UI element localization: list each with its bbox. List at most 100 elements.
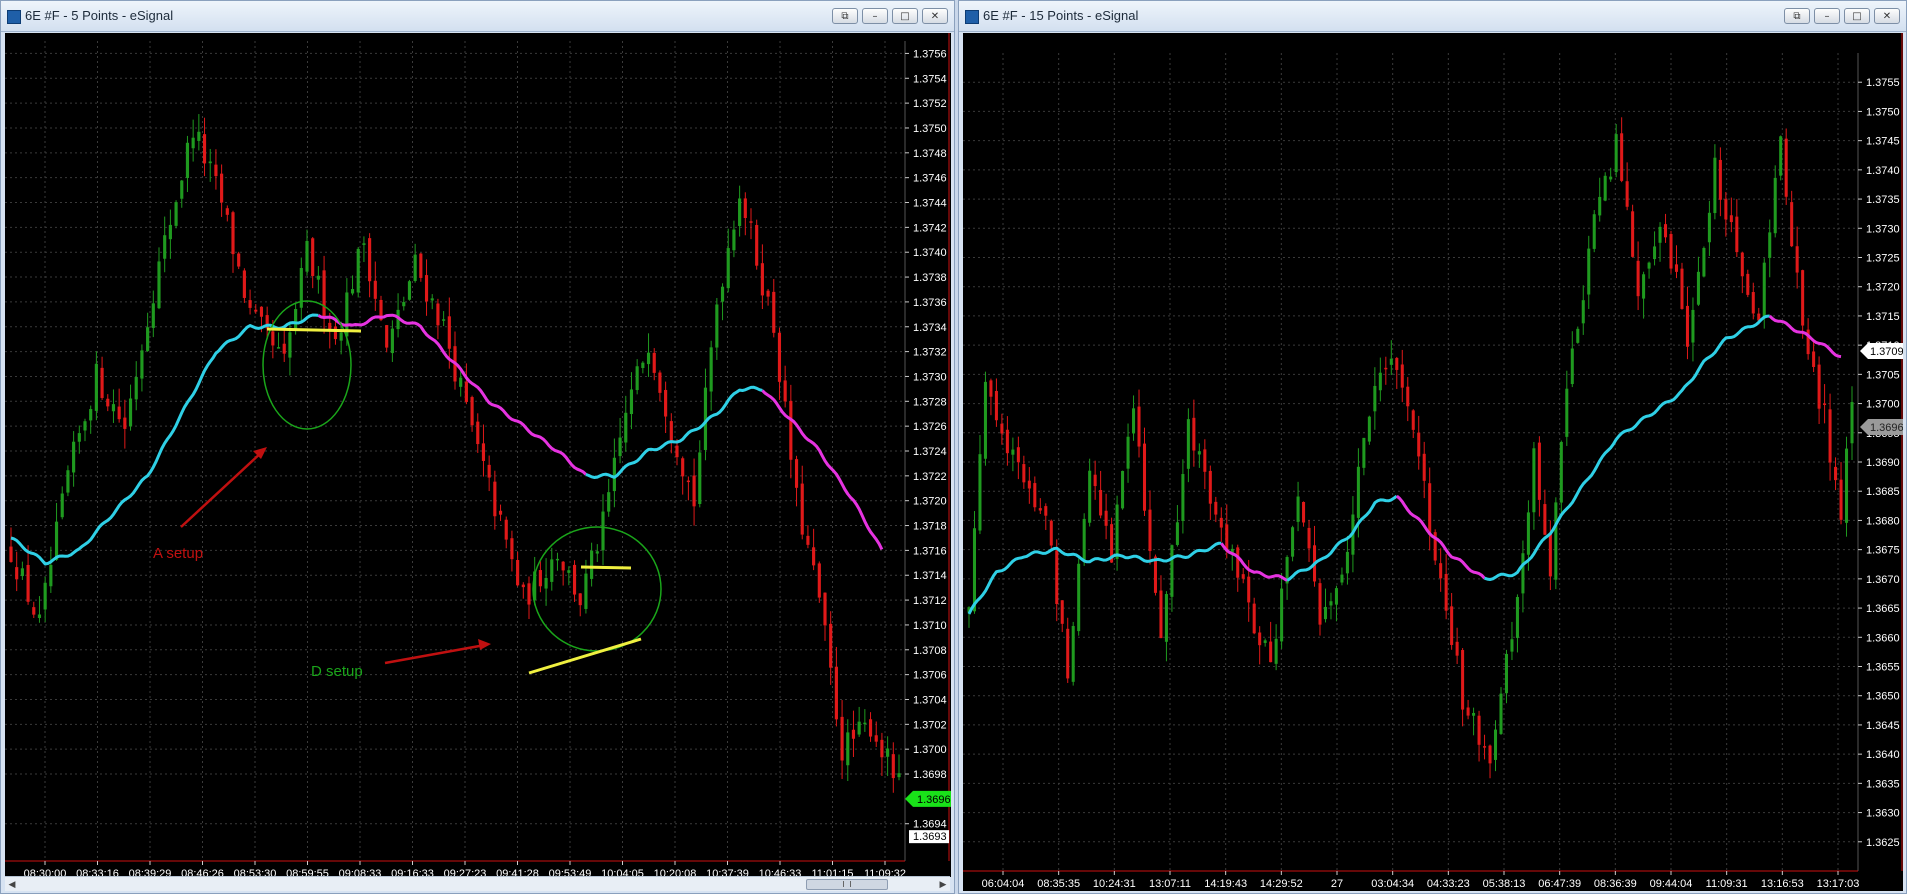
candle-body [26, 564, 30, 602]
price-tag-label: 1.3709 [1870, 346, 1903, 358]
scroll-right-icon[interactable]: ▶ [936, 877, 950, 891]
candle-body [254, 309, 258, 312]
candle-body [1406, 386, 1410, 407]
candle-body [282, 343, 286, 354]
candle-body [66, 470, 70, 493]
secondary-price-tag: 1.3696 [1860, 418, 1903, 435]
minimize-icon[interactable]: – [1814, 8, 1840, 24]
candle-body [1603, 175, 1607, 201]
candle-body [1296, 496, 1300, 522]
price-tick-label: 1.3725 [1866, 253, 1900, 265]
candle-body [675, 445, 679, 458]
moving-average [967, 314, 1842, 615]
candle-body [1812, 351, 1816, 367]
candle-body [1674, 264, 1679, 272]
candle-body [972, 528, 977, 612]
candle-body [1197, 451, 1201, 455]
time-tick-label: 13:16:53 [1761, 878, 1804, 890]
resistance-line [266, 327, 362, 333]
candle-body [368, 238, 372, 282]
candle-body [1779, 136, 1783, 176]
candle-body [197, 131, 201, 141]
candle-body [504, 519, 508, 540]
candle-body [874, 735, 878, 742]
chart-window-15-points[interactable]: 6E #F - 15 Points - eSignal ⧉ – □ ✕ 1.37… [958, 0, 1907, 894]
candlestick-chart-svg[interactable]: 1.3756 1.3754 1.3752 1.3750 1.3748 1.3746 1.37… [5, 33, 951, 877]
window-titlebar[interactable]: 6E #F - 15 Points - eSignal ⧉ – □ ✕ [959, 1, 1906, 32]
price-tick-label: 1.3735 [1866, 194, 1900, 206]
maximize-icon[interactable]: □ [892, 8, 918, 24]
candle-body [800, 483, 804, 535]
horizontal-scrollbar[interactable]: ◀ ▶ [5, 876, 950, 891]
candle-body [134, 377, 138, 400]
candle-body [1543, 504, 1547, 535]
candle-body [794, 459, 799, 488]
candle-body [1356, 466, 1360, 518]
candle-body [1422, 453, 1426, 481]
restore-icon[interactable]: ⧉ [832, 8, 858, 24]
price-chart-right[interactable]: 1.3755 1.3750 1.3745 1.3740 1.3735 1.3730 1.37… [963, 33, 1903, 891]
candle-body [1790, 202, 1794, 247]
candle-body [1702, 247, 1706, 277]
candle-body [413, 254, 417, 281]
candle-body [430, 298, 434, 301]
candle-body [242, 270, 246, 298]
resistance-line [580, 565, 632, 570]
candle-body [1241, 574, 1245, 579]
price-tick-label: 1.3724 [913, 446, 947, 458]
candle-body [191, 137, 195, 149]
candle-body [772, 291, 776, 333]
candle-body [652, 352, 656, 373]
scroll-left-icon[interactable]: ◀ [5, 877, 19, 891]
price-tick-label: 1.3750 [1866, 106, 1900, 118]
candle-body [1132, 408, 1136, 434]
candle-body [1488, 745, 1492, 764]
moving-average-line [1220, 542, 1288, 582]
candle-body [487, 464, 491, 478]
maximize-icon[interactable]: □ [1844, 8, 1870, 24]
candle-body [1664, 224, 1668, 238]
candle-body [185, 142, 190, 178]
candle-body [350, 289, 355, 294]
minimize-icon[interactable]: – [862, 8, 888, 24]
candle-body [1510, 639, 1514, 652]
time-axis: 08:30:00 08:33:16 08:39:29 08:46:26 08:53:30… [5, 860, 906, 877]
price-tick-label: 1.3708 [913, 645, 947, 657]
candle-body [1071, 625, 1075, 682]
candle-body [32, 607, 36, 615]
price-tick-label: 1.3700 [913, 744, 947, 756]
candle-body [1565, 388, 1569, 437]
candle-body [561, 561, 565, 571]
close-icon[interactable]: ✕ [922, 8, 948, 24]
close-icon[interactable]: ✕ [1874, 8, 1900, 24]
candle-body [1515, 596, 1519, 638]
chart-window-5-points[interactable]: 6E #F - 5 Points - eSignal ⧉ – □ ✕ 1.375… [0, 0, 955, 894]
candle-body [305, 240, 309, 272]
candle-body [1005, 429, 1009, 454]
price-axis: 1.3755 1.3750 1.3745 1.3740 1.3735 1.3730 1.37… [1857, 33, 1903, 871]
candle-body [1027, 480, 1031, 489]
price-chart-left[interactable]: 1.3756 1.3754 1.3752 1.3750 1.3748 1.3746 1.37… [5, 33, 951, 877]
candle-body [1850, 402, 1854, 444]
price-tick-label: 1.3755 [1866, 77, 1900, 89]
candle-body [1844, 448, 1849, 523]
candle-body [726, 248, 730, 289]
candle-body [419, 253, 423, 278]
restore-icon[interactable]: ⧉ [1784, 8, 1810, 24]
scrollbar-thumb[interactable] [806, 879, 888, 890]
candle-body [1345, 551, 1349, 574]
candle-body [407, 281, 412, 300]
candle-body [1307, 527, 1311, 549]
candle-body [174, 202, 178, 226]
candle-body [1817, 364, 1821, 409]
candle-body [316, 275, 320, 280]
price-tag-label: 1.3696 [1870, 422, 1903, 434]
candle-body [1685, 305, 1689, 347]
candlestick-chart-svg[interactable]: 1.3755 1.3750 1.3745 1.3740 1.3735 1.3730 1.37… [963, 33, 1903, 891]
candle-body [442, 319, 446, 321]
candle-body [880, 739, 884, 758]
window-titlebar[interactable]: 6E #F - 5 Points - eSignal ⧉ – □ ✕ [1, 1, 954, 32]
candle-body [1801, 270, 1805, 326]
candle-body [1570, 348, 1574, 385]
candle-body [1148, 509, 1152, 552]
